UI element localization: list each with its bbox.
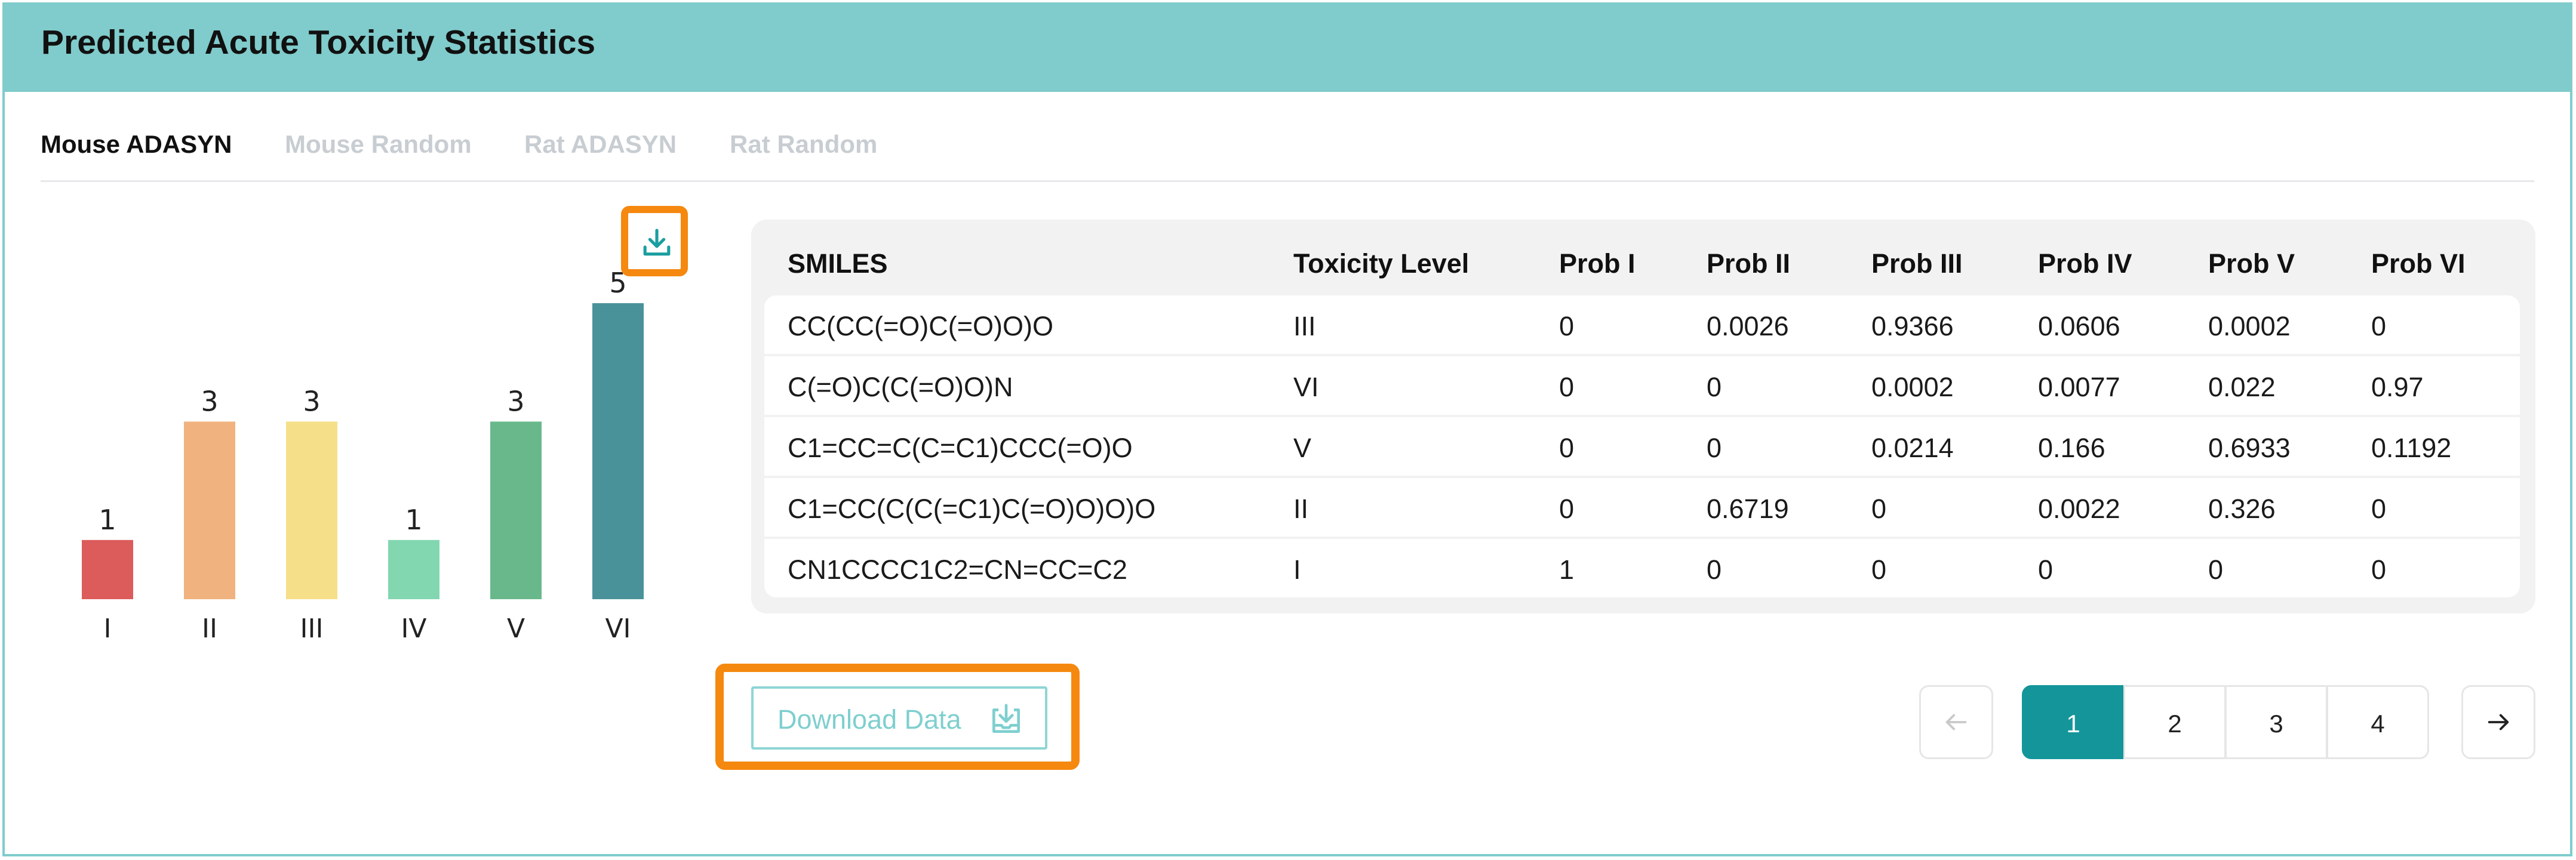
cell-prob-iv: 0.0077: [2038, 372, 2120, 402]
cell-prob-iii: 0: [1871, 554, 1887, 585]
tab-divider: [41, 180, 2534, 182]
bar-IV: [388, 540, 439, 599]
cell-toxicity-level: V: [1293, 433, 1312, 463]
tab-mouse-adasyn[interactable]: Mouse ADASYN: [41, 130, 232, 159]
cell-prob-v: 0: [2208, 554, 2224, 585]
cell-smiles: C(=O)C(C(=O)O)N: [788, 372, 1013, 402]
cell-prob-iii: 0: [1871, 494, 1887, 524]
toxicity-bar-chart: 1I3II3III1IV3V5VI: [82, 267, 644, 644]
chart-download-button[interactable]: [621, 206, 688, 276]
tab-rat-random[interactable]: Rat Random: [730, 130, 877, 159]
x-tick-label: IV: [401, 614, 426, 644]
col-smiles: SMILES: [788, 248, 888, 279]
cell-prob-v: 0.022: [2208, 372, 2276, 402]
cell-prob-iv: 0.166: [2038, 433, 2105, 463]
cell-smiles: C1=CC=C(C=C1)CCC(=O)O: [788, 433, 1133, 463]
bar-value-label: 3: [507, 385, 524, 417]
download-icon: [643, 229, 671, 256]
cell-prob-iii: 0.0002: [1871, 372, 1954, 402]
page-title: Predicted Acute Toxicity Statistics: [41, 23, 596, 61]
bar-III: [286, 421, 337, 599]
results-table: SMILES Toxicity Level Prob I Prob II Pro…: [751, 220, 2535, 614]
bar-II: [184, 421, 235, 599]
table-row: C(=O)C(C(=O)O)N VI 0 0 0.0002 0.0077 0.0…: [764, 356, 2520, 415]
page-number: 4: [2371, 710, 2385, 738]
cell-smiles: CN1CCCC1C2=CN=CC=C2: [788, 554, 1127, 585]
cell-prob-ii: 0: [1707, 433, 1722, 463]
cell-toxicity-level: I: [1293, 554, 1301, 585]
cell-prob-iv: 0.0022: [2038, 494, 2120, 524]
cell-prob-i: 0: [1559, 311, 1575, 341]
bar-value-label: 1: [99, 504, 116, 536]
col-toxicity-level: Toxicity Level: [1293, 248, 1470, 279]
cell-prob-v: 0.326: [2208, 494, 2276, 524]
cell-toxicity-level: III: [1293, 311, 1316, 341]
cell-prob-v: 0.0002: [2208, 311, 2291, 341]
cell-prob-vi: 0: [2371, 494, 2387, 524]
page-number: 3: [2269, 710, 2283, 738]
x-tick-label: II: [202, 614, 217, 644]
table-header: SMILES Toxicity Level Prob I Prob II Pro…: [751, 220, 2535, 297]
cell-prob-vi: 0.1192: [2371, 433, 2452, 463]
cell-prob-iv: 0: [2038, 554, 2054, 585]
pagination-next-button[interactable]: [2461, 685, 2535, 759]
bar-VI: [592, 303, 644, 599]
page-number: 1: [2066, 710, 2080, 738]
cell-prob-i: 1: [1559, 554, 1575, 585]
cell-prob-ii: 0.6719: [1707, 494, 1789, 524]
download-data-label: Download Data: [777, 704, 961, 735]
panel-header: Predicted Acute Toxicity Statistics: [2, 2, 2572, 92]
col-prob-v: Prob V: [2208, 248, 2295, 279]
cell-prob-iii: 0.9366: [1871, 311, 1954, 341]
cell-prob-vi: 0: [2371, 311, 2387, 341]
bar-value-label: 3: [201, 385, 218, 417]
page-button-2[interactable]: 2: [2123, 685, 2226, 759]
bar-value-label: 3: [303, 385, 320, 417]
x-tick-label: III: [300, 614, 324, 644]
table-row: CN1CCCC1C2=CN=CC=C2 I 1 0 0 0 0 0: [764, 539, 2520, 597]
bar-V: [490, 421, 542, 599]
table-row: C1=CC(C(C(=C1)C(=O)O)O)O II 0 0.6719 0 0…: [764, 478, 2520, 537]
cell-prob-vi: 0.97: [2371, 372, 2424, 402]
download-data-button[interactable]: Download Data: [751, 686, 1047, 750]
bar-I: [82, 540, 133, 599]
cell-prob-iii: 0.0214: [1871, 433, 1954, 463]
arrow-left-icon: [1945, 714, 1967, 730]
cell-prob-ii: 0.0026: [1707, 311, 1789, 341]
cell-prob-v: 0.6933: [2208, 433, 2291, 463]
cell-prob-iv: 0.0606: [2038, 311, 2120, 341]
bar-value-label: 1: [405, 504, 422, 536]
x-tick-label: I: [104, 614, 112, 644]
col-prob-iv: Prob IV: [2038, 248, 2132, 279]
cell-prob-i: 0: [1559, 433, 1575, 463]
col-prob-iii: Prob III: [1871, 248, 1963, 279]
page-button-4[interactable]: 4: [2326, 685, 2429, 759]
cell-prob-ii: 0: [1707, 554, 1722, 585]
cell-smiles: C1=CC(C(C(=C1)C(=O)O)O)O: [788, 494, 1156, 524]
cell-prob-vi: 0: [2371, 554, 2387, 585]
page-button-3[interactable]: 3: [2225, 685, 2328, 759]
x-tick-label: V: [507, 614, 525, 644]
table-row: CC(CC(=O)C(=O)O)O III 0 0.0026 0.9366 0.…: [764, 295, 2520, 354]
page-button-1[interactable]: 1: [2022, 685, 2125, 759]
x-tick-label: VI: [605, 614, 631, 644]
cell-prob-i: 0: [1559, 494, 1575, 524]
pagination-prev-button[interactable]: [1919, 685, 1993, 759]
cell-toxicity-level: II: [1293, 494, 1309, 524]
table-row: C1=CC=C(C=C1)CCC(=O)O V 0 0 0.0214 0.166…: [764, 417, 2520, 476]
tab-rat-adasyn[interactable]: Rat ADASYN: [524, 130, 677, 159]
pagination-pages: 1 2 3 4: [2022, 685, 2433, 759]
cell-smiles: CC(CC(=O)C(=O)O)O: [788, 311, 1053, 341]
col-prob-i: Prob I: [1559, 248, 1636, 279]
page-number: 2: [2168, 710, 2182, 738]
cell-prob-ii: 0: [1707, 372, 1722, 402]
col-prob-vi: Prob VI: [2371, 248, 2466, 279]
download-tray-icon: [992, 704, 1020, 733]
cell-toxicity-level: VI: [1293, 372, 1319, 402]
col-prob-ii: Prob II: [1707, 248, 1791, 279]
tab-mouse-random[interactable]: Mouse Random: [285, 130, 472, 159]
cell-prob-i: 0: [1559, 372, 1575, 402]
arrow-right-icon: [2488, 714, 2509, 730]
